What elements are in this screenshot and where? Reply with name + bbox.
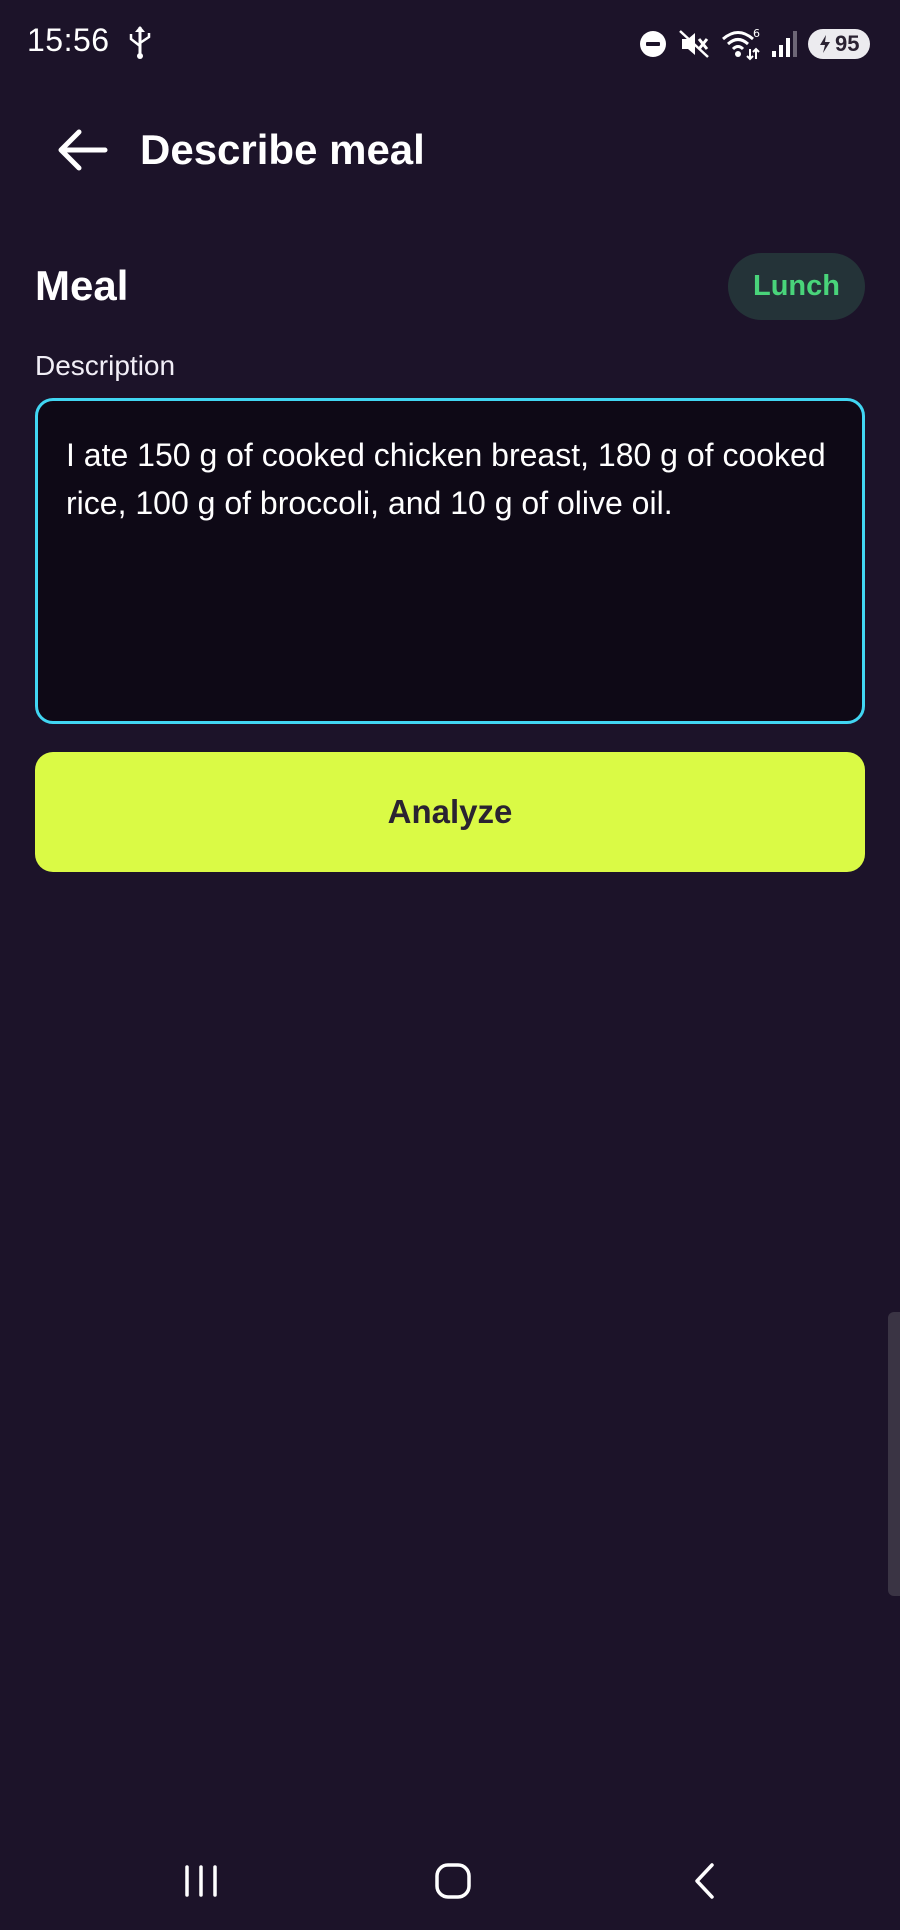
wifi-icon: 6 (720, 27, 760, 61)
analyze-button[interactable]: Analyze (35, 752, 865, 872)
recents-icon (181, 1863, 221, 1904)
back-button[interactable] (48, 122, 116, 182)
navigation-bar (0, 1836, 900, 1930)
battery-indicator: 95 (808, 29, 870, 59)
system-back-button[interactable] (645, 1836, 765, 1930)
recents-button[interactable] (141, 1836, 261, 1930)
scrollbar-thumb[interactable] (888, 1312, 900, 1596)
meal-heading: Meal (35, 262, 129, 309)
do-not-disturb-icon (638, 29, 668, 59)
app-bar: Describe meal (0, 100, 900, 204)
description-input[interactable]: I ate 150 g of cooked chicken breast, 18… (35, 398, 865, 724)
description-label: Description (35, 350, 176, 381)
status-time: 15:56 (27, 22, 110, 58)
status-icons: 6 95 (638, 24, 870, 64)
usb-icon (126, 24, 154, 60)
battery-level: 95 (835, 31, 860, 56)
battery-charging-icon (818, 34, 832, 54)
signal-icon (770, 29, 798, 59)
back-icon (690, 1861, 720, 1906)
mute-icon (678, 28, 710, 60)
wifi-badge: 6 (753, 27, 760, 40)
home-icon (433, 1861, 473, 1906)
screen: 15:56 6 95 Describe meal Meal Lunch Desc… (0, 0, 900, 1930)
home-button[interactable] (393, 1836, 513, 1930)
arrow-left-icon (56, 128, 108, 177)
meal-type-chip[interactable]: Lunch (728, 253, 865, 320)
status-bar: 15:56 6 95 (0, 0, 900, 86)
page-title: Describe meal (140, 126, 425, 173)
